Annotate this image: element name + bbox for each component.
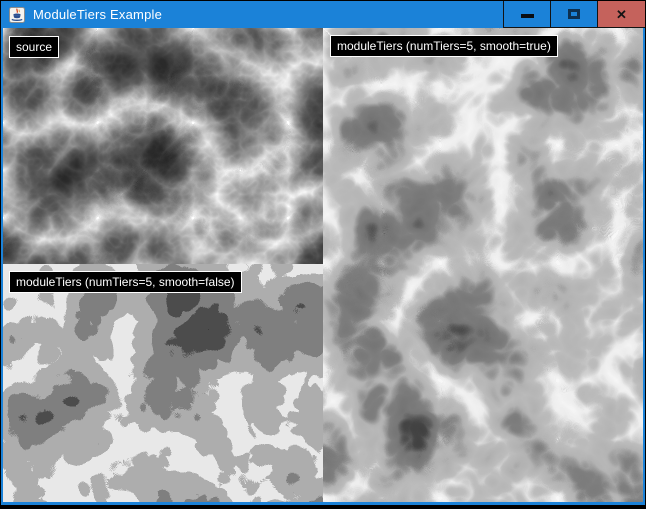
maximize-icon: [568, 9, 580, 19]
minimize-button[interactable]: [503, 1, 550, 28]
panel-tiers-hard: moduleTiers (numTiers=5, smooth=false): [3, 264, 323, 502]
panel-tiers-smooth: moduleTiers (numTiers=5, smooth=true): [323, 28, 643, 502]
close-button[interactable]: ✕: [597, 1, 645, 28]
close-icon: ✕: [616, 8, 627, 21]
screen: { "window": { "title": "ModuleTiers Exam…: [0, 0, 646, 509]
maximize-button[interactable]: [550, 1, 597, 28]
window-controls: ✕: [503, 1, 645, 28]
tiers-smooth-label: moduleTiers (numTiers=5, smooth=true): [330, 35, 558, 57]
minimize-icon: [521, 14, 534, 18]
java-coffee-cup-icon: [9, 7, 25, 23]
window-title: ModuleTiers Example: [33, 7, 162, 22]
app-window: ModuleTiers Example ✕ source moduleTiers: [0, 0, 646, 506]
tiers-hard-label: moduleTiers (numTiers=5, smooth=false): [9, 271, 242, 293]
canvas-area: source moduleTiers (numTiers=5, smooth=t…: [3, 28, 643, 502]
tiers-smooth-noise-image: [323, 28, 643, 502]
source-label: source: [9, 36, 59, 58]
titlebar[interactable]: ModuleTiers Example ✕: [1, 1, 645, 28]
panel-source: source: [3, 28, 323, 264]
source-noise-image: [3, 28, 323, 264]
tiers-hard-noise-image: [3, 264, 323, 502]
